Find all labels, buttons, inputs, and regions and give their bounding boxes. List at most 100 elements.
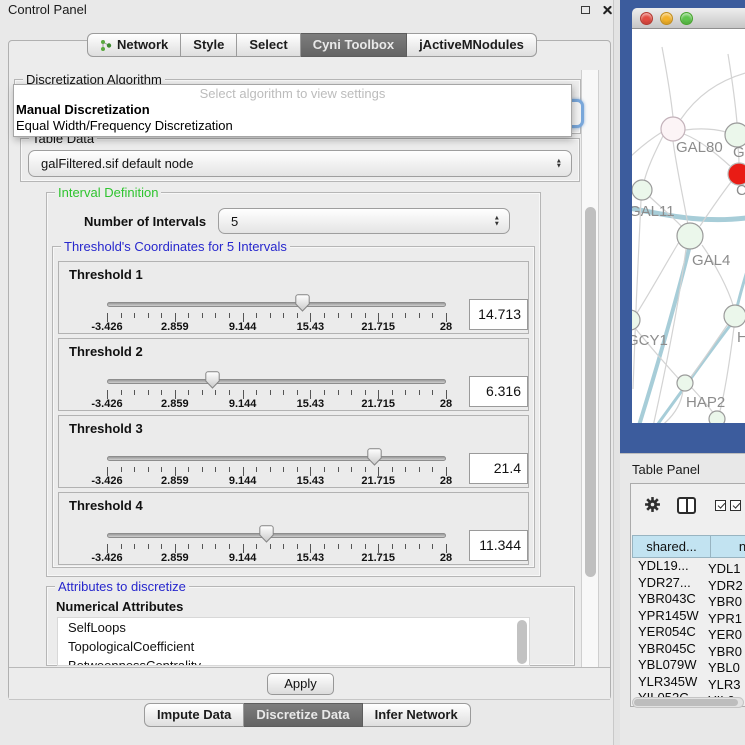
network-edge[interactable] <box>633 200 641 389</box>
tab-cyni-toolbox[interactable]: Cyni Toolbox <box>301 33 407 57</box>
dropdown-option-equal-width-frequency-discretization[interactable]: Equal Width/Frequency Discretization <box>14 118 571 134</box>
control-panel-titlebar[interactable]: Control Panel <box>0 0 614 18</box>
apply-button[interactable]: Apply <box>267 673 334 695</box>
scrollbar-thumb[interactable] <box>634 699 738 706</box>
threshold-value-field[interactable]: 11.344 <box>469 530 528 561</box>
slider-track[interactable] <box>107 533 446 538</box>
threshold-value-field[interactable]: 6.316 <box>469 376 528 407</box>
tab-label: Impute Data <box>157 704 231 726</box>
slider-track[interactable] <box>107 302 446 307</box>
table-row[interactable]: YDL19...YDL1 <box>632 558 745 575</box>
zoom-traffic-light-icon[interactable] <box>680 12 693 25</box>
table-column-header-1[interactable]: shared... <box>632 535 711 558</box>
network-node-hap2[interactable] <box>677 375 693 391</box>
column-selector-icon[interactable] <box>677 497 696 514</box>
slider-track[interactable] <box>107 379 446 384</box>
slider-tick <box>270 544 271 549</box>
tab-infer-network[interactable]: Infer Network <box>363 703 471 727</box>
network-node-gal80[interactable] <box>661 117 685 141</box>
attribute-item-topologicalcoefficient[interactable]: TopologicalCoefficient <box>58 637 529 656</box>
panel-title: Control Panel <box>8 2 87 17</box>
gear-icon[interactable] <box>644 496 661 513</box>
table-row[interactable]: YBL079WYBL0 <box>632 657 745 674</box>
slider-tick <box>134 390 135 395</box>
slider-tick <box>419 390 420 395</box>
slider-tick <box>392 467 393 472</box>
table-row[interactable]: YPR145WYPR1 <box>632 608 745 625</box>
tab-label: Cyni Toolbox <box>313 34 394 56</box>
minimize-traffic-light-icon[interactable] <box>660 12 673 25</box>
slider-tick <box>365 313 366 318</box>
table-row[interactable]: YIL052CYIL0 <box>632 690 745 697</box>
slider-track[interactable] <box>107 456 446 461</box>
slider-tick <box>432 390 433 395</box>
slider-tick <box>229 313 230 318</box>
tick-label: -3.426 <box>77 321 137 333</box>
checkbox-checked-icon[interactable] <box>715 500 726 511</box>
close-traffic-light-icon[interactable] <box>640 12 653 25</box>
table-row[interactable]: YER054CYER0 <box>632 624 745 641</box>
table-cell: YBL079W <box>632 657 707 672</box>
tick-label: 2.859 <box>145 552 205 564</box>
slider-tick <box>256 313 257 318</box>
table-row[interactable]: YBR043CYBR0 <box>632 591 745 608</box>
tick-label: -3.426 <box>77 552 137 564</box>
table-data-combobox[interactable]: galFiltered.sif default node ▲▼ <box>28 150 572 177</box>
close-icon[interactable] <box>602 4 613 15</box>
network-view-canvas[interactable]: GAL80GCGAL11GAL4GCY1HHAP2 <box>632 29 745 423</box>
list-scrollbar[interactable] <box>517 620 527 664</box>
attribute-item-selfloops[interactable]: SelfLoops <box>58 618 529 637</box>
network-node-gal11[interactable] <box>632 180 652 200</box>
network-node[interactable] <box>709 411 725 423</box>
float-window-icon[interactable] <box>581 6 590 14</box>
network-edge[interactable] <box>736 261 745 312</box>
threshold-panel-2: Threshold 2-3.4262.8599.14415.4321.71528… <box>58 338 529 411</box>
network-node-gcy1[interactable] <box>632 310 640 330</box>
network-edge[interactable] <box>728 54 737 123</box>
tab-jactivemnodules[interactable]: jActiveMNodules <box>407 33 537 57</box>
slider-thumb[interactable] <box>295 294 310 312</box>
slider-tick <box>405 313 406 318</box>
tab-discretize-data[interactable]: Discretize Data <box>244 703 362 727</box>
threshold-value-field[interactable]: 21.4 <box>469 453 528 484</box>
network-edge[interactable] <box>685 129 726 132</box>
network-edge[interactable] <box>662 47 673 117</box>
table-horizontal-scrollbar[interactable] <box>632 697 744 708</box>
slider-thumb[interactable] <box>367 448 382 466</box>
slider-tick <box>121 467 122 472</box>
tab-network[interactable]: Network <box>87 33 181 57</box>
slider-thumb[interactable] <box>259 525 274 543</box>
table-column-header-2[interactable]: n <box>711 535 745 558</box>
slider-tick <box>324 544 325 549</box>
tab-impute-data[interactable]: Impute Data <box>144 703 244 727</box>
network-node-gal4[interactable] <box>677 223 703 249</box>
slider-tick <box>121 390 122 395</box>
table-row[interactable]: YBR045CYBR0 <box>632 641 745 658</box>
numerical-attributes-list[interactable]: SelfLoopsTopologicalCoefficientBetweenne… <box>57 617 530 666</box>
checkbox-checked-icon[interactable] <box>730 500 741 511</box>
attribute-item-betweennesscentrality[interactable]: BetweennessCentrality <box>58 656 529 666</box>
slider-tick <box>121 544 122 549</box>
threshold-value-field[interactable]: 14.713 <box>469 299 528 330</box>
dropdown-option-manual-discretization[interactable]: Manual Discretization <box>14 102 571 118</box>
tab-select[interactable]: Select <box>237 33 300 57</box>
table-row[interactable]: YDR27...YDR2 <box>632 575 745 592</box>
table-row[interactable]: YLR345WYLR3 <box>632 674 745 691</box>
tab-style[interactable]: Style <box>181 33 237 57</box>
control-panel-window: Control Panel NetworkStyleSelect Cyni Too… <box>0 0 614 745</box>
panel-scrollbar-thumb[interactable] <box>585 207 596 577</box>
slider-tick <box>297 390 298 395</box>
network-node-h[interactable] <box>724 305 745 327</box>
panel-scrollbar-track[interactable] <box>581 70 599 667</box>
network-node-label: HAP2 <box>686 394 725 411</box>
network-edge[interactable] <box>691 324 728 377</box>
slider-tick <box>365 544 366 549</box>
tick-label: 2.859 <box>145 398 205 410</box>
slider-thumb[interactable] <box>205 371 220 389</box>
slider-tick <box>215 390 216 395</box>
slider-tick <box>324 313 325 318</box>
number-of-intervals-combobox[interactable]: 5 ▲▼ <box>218 208 510 234</box>
slider-tick <box>283 544 284 549</box>
network-window-titlebar[interactable] <box>632 8 745 29</box>
slider-tick <box>405 544 406 549</box>
